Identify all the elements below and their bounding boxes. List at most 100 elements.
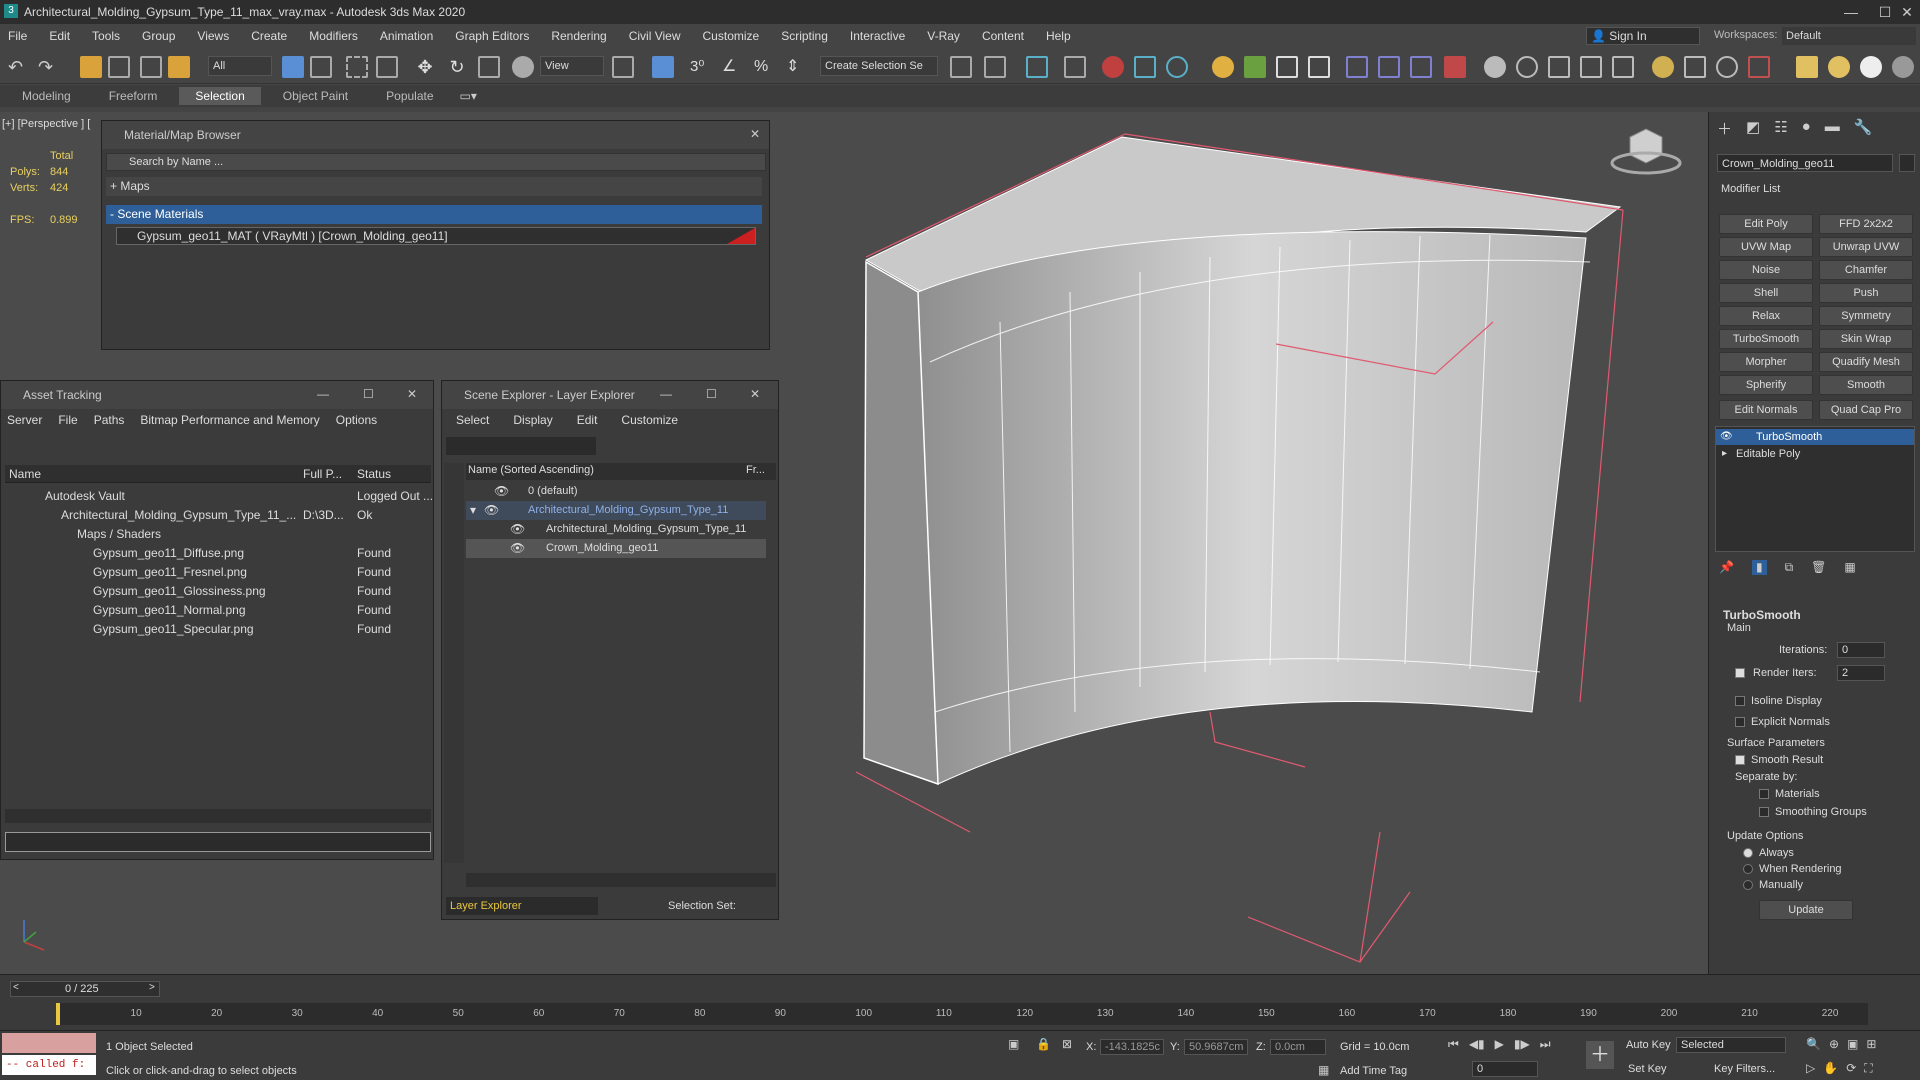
menu-vray[interactable]: V-Ray [919,29,974,43]
modifier-spherify-button[interactable]: Spherify [1719,375,1813,395]
explicit-normals-checkbox[interactable]: Explicit Normals [1735,716,1830,728]
menu-content[interactable]: Content [974,29,1038,43]
visibility-eye-icon[interactable]: 👁 [510,539,525,558]
zoom-all-icon[interactable]: ⊕ [1829,1037,1839,1051]
close-button[interactable]: ✕ [1884,0,1920,24]
expand-arrow-icon[interactable]: ▾ [470,501,476,520]
modifier-morpher-button[interactable]: Morpher [1719,352,1813,372]
menu-interactive[interactable]: Interactive [842,29,919,43]
modifier-edit-normals-button[interactable]: Edit Normals [1719,400,1813,420]
sign-in-button[interactable]: 👤 Sign In [1586,27,1700,45]
explorer-col-fr[interactable]: Fr... [746,464,765,476]
hierarchy-tab-icon[interactable]: ☷ [1774,118,1787,139]
x-coordinate-field[interactable]: -143.1825c [1100,1039,1164,1055]
smoothing-groups-checkbox[interactable]: Smoothing Groups [1759,806,1867,818]
modifier-ffd-button[interactable]: FFD 2x2x2 [1819,214,1913,234]
window-crossing-icon[interactable] [376,56,398,78]
show-end-result-icon[interactable]: ▮ [1751,560,1767,575]
asset-col-path[interactable]: Full P... [303,467,342,481]
stack-eye-icon[interactable]: 👁 [1720,429,1733,445]
explorer-menu-display[interactable]: Display [513,413,552,427]
vray-light-icon[interactable] [1444,56,1466,78]
menu-customize[interactable]: Customize [695,29,774,43]
material-editor-icon[interactable] [1102,56,1124,78]
smooth-result-checkbox[interactable]: Smooth Result [1735,754,1823,766]
select-by-name-icon[interactable] [310,56,332,78]
zoom-extents-icon[interactable]: ▣ [1847,1037,1858,1051]
select-object-icon[interactable] [282,56,304,78]
key-mode-icon[interactable]: ＋ [1586,1041,1614,1069]
render-icon[interactable] [1684,56,1706,78]
asset-row-maps[interactable]: Maps / Shaders [5,525,431,544]
scene-materials-group[interactable]: - Scene Materials [106,205,762,224]
render-setup-icon[interactable] [1134,56,1156,78]
modifier-push-button[interactable]: Push [1819,283,1913,303]
field-of-view-icon[interactable]: ▷ [1806,1061,1815,1076]
key-filters-button[interactable]: Key Filters... [1714,1063,1775,1075]
visibility-eye-icon[interactable]: 👁 [494,482,509,501]
scale-icon[interactable] [478,56,500,78]
menu-help[interactable]: Help [1038,29,1085,43]
tab-modeling[interactable]: Modeling [6,87,87,105]
modifier-relax-button[interactable]: Relax [1719,306,1813,326]
tab-selection[interactable]: Selection [179,87,261,105]
frame-buffer-icon[interactable] [1796,56,1818,78]
cloud-icon[interactable] [1828,56,1850,78]
asset-col-name[interactable]: Name [9,467,41,481]
bulb-icon[interactable] [1652,56,1674,78]
move-icon[interactable]: ✥ [414,56,436,78]
modifier-unwrap-uvw-button[interactable]: Unwrap UVW [1819,237,1913,257]
object-name-field[interactable]: Crown_Molding_geo11 [1717,154,1893,172]
z-coordinate-field[interactable]: 0.0cm [1270,1039,1326,1055]
set-key-button[interactable]: Set Key [1628,1063,1667,1075]
align-icon[interactable] [984,56,1006,78]
plane-icon[interactable] [1548,56,1570,78]
percent-snap-icon[interactable]: % [754,56,776,78]
visibility-eye-icon[interactable]: 👁 [510,520,525,539]
modifier-symmetry-button[interactable]: Symmetry [1819,306,1913,326]
track-bar[interactable]: 10 20 30 40 50 60 70 80 90 100 110 120 130 140 150 160 1… [56,1003,1868,1025]
material-item-gypsum[interactable]: Gypsum_geo11_MAT ( VRayMtl ) [Crown_Mold… [116,227,756,245]
stack-item-editable-poly[interactable]: ▸ Editable Poly [1716,446,1914,462]
materials-checkbox[interactable]: Materials [1759,788,1820,800]
modifier-smooth-button[interactable]: Smooth [1819,375,1913,395]
menu-graph-editors[interactable]: Graph Editors [447,29,543,43]
asset-scrollbar[interactable] [5,809,431,823]
asset-path-field[interactable] [5,832,431,852]
add-time-tag[interactable]: Add Time Tag [1340,1065,1407,1077]
explorer-col-name[interactable]: Name (Sorted Ascending) [468,464,594,476]
explorer-maximize-icon[interactable]: ☐ [706,387,717,401]
time-slider-next-icon[interactable]: > [149,982,155,993]
asset-row-fresnel[interactable]: Gypsum_geo11_Fresnel.png Found [5,563,431,582]
spinner-snap-icon[interactable]: ⇕ [786,56,808,78]
visibility-eye-icon[interactable]: 👁 [484,501,499,520]
zoom-icon[interactable]: 🔍 [1806,1037,1821,1051]
grid-icon[interactable] [1580,56,1602,78]
maxscript-listener[interactable]: -- called f: [2,1055,96,1075]
menu-file[interactable]: File [0,29,41,43]
time-slider-prev-icon[interactable]: < [13,982,19,993]
select-manipulate-icon[interactable] [652,56,674,78]
object-row-crown-molding[interactable]: 👁 Crown_Molding_geo11 [466,539,766,558]
render-iters-checkbox[interactable] [1735,667,1751,679]
ribbon-options-icon[interactable]: ▭▾ [460,89,477,103]
stack-item-turbosmooth[interactable]: 👁 TurboSmooth [1716,429,1914,445]
tab-freeform[interactable]: Freeform [93,87,174,105]
vray-tools-icon[interactable] [1308,56,1330,78]
asset-menu-options[interactable]: Options [336,413,377,427]
explorer-search-input[interactable] [446,437,596,455]
menu-scripting[interactable]: Scripting [773,29,842,43]
modifier-uvw-map-button[interactable]: UVW Map [1719,237,1813,257]
asset-row-vault[interactable]: Autodesk Vault Logged Out ... [5,487,433,506]
maxscript-mini-field[interactable] [2,1033,96,1053]
auto-key-button[interactable]: Auto Key [1626,1039,1671,1051]
explorer-menu-edit[interactable]: Edit [577,413,598,427]
asset-row-specular[interactable]: Gypsum_geo11_Specular.png Found [5,620,431,639]
selected-dropdown[interactable]: Selected [1676,1037,1786,1053]
modifier-skin-wrap-button[interactable]: Skin Wrap [1819,329,1913,349]
curve-editor-icon[interactable] [1064,56,1086,78]
snaps-toggle-icon[interactable]: 3⁰ [690,56,712,78]
bind-icon[interactable] [168,56,190,78]
modifier-chamfer-button[interactable]: Chamfer [1819,260,1913,280]
asset-maximize-icon[interactable]: ☐ [363,387,374,401]
